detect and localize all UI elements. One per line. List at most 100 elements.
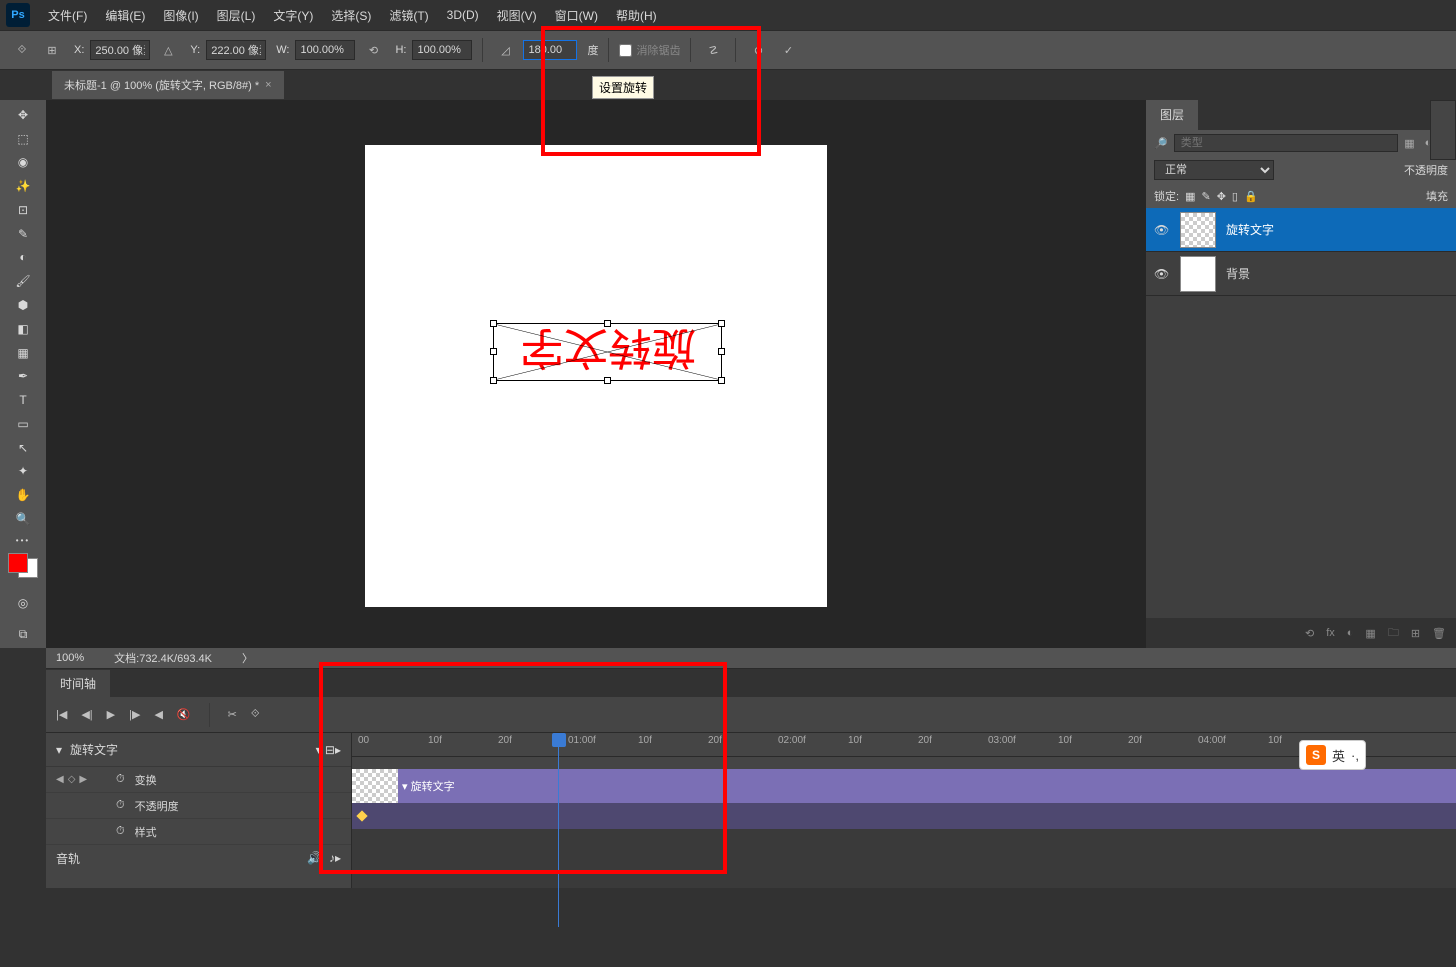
adjustment-icon[interactable]: ▦	[1365, 627, 1375, 640]
sogou-logo-icon[interactable]: S	[1306, 745, 1326, 765]
fx-icon[interactable]: fx	[1326, 627, 1335, 639]
delta-icon[interactable]: △	[156, 38, 180, 62]
direct-tool[interactable]: ✦	[8, 460, 38, 482]
handle-ml[interactable]	[490, 348, 497, 355]
chevron-down-icon[interactable]: ▾	[56, 743, 62, 757]
lock-all-icon[interactable]: 🔒	[1244, 190, 1258, 203]
visibility-icon[interactable]: 👁	[1154, 223, 1170, 237]
timeline-clip[interactable]: ▾ 旋转文字	[352, 769, 1456, 803]
heal-tool[interactable]: ◐	[8, 247, 38, 269]
move-tool[interactable]: ✥	[8, 104, 38, 126]
style-kf-track[interactable]	[352, 855, 1456, 881]
lock-artb-icon[interactable]: ▯	[1232, 190, 1238, 203]
eraser-tool[interactable]: ◧	[8, 318, 38, 340]
x-input[interactable]	[90, 40, 150, 60]
w-input[interactable]	[295, 40, 355, 60]
angle-input[interactable]	[523, 40, 577, 60]
prop-opacity[interactable]: ⏱ 不透明度	[46, 793, 351, 819]
gradient-tool[interactable]: ▦	[8, 342, 38, 364]
kf-prev-icon[interactable]: ◀	[56, 774, 64, 785]
work-area-bar[interactable]	[352, 757, 1456, 769]
new-layer-icon[interactable]: ⊞	[1411, 627, 1420, 640]
lock-paint-icon[interactable]: ✎	[1201, 190, 1210, 203]
menu-filter[interactable]: 滤镜(T)	[381, 3, 436, 28]
link-icon[interactable]: ⟲	[361, 38, 385, 62]
ime-bar[interactable]: S 英 ·,	[1299, 740, 1366, 770]
speaker-icon[interactable]: 🔊	[307, 851, 322, 865]
handle-bc[interactable]	[604, 377, 611, 384]
stamp-tool[interactable]: ⬢	[8, 294, 38, 316]
menu-layer[interactable]: 图层(L)	[209, 3, 264, 28]
canvas[interactable]: 旋转文字	[365, 145, 827, 607]
link-layers-icon[interactable]: ⟲	[1305, 627, 1314, 640]
keyframe[interactable]	[356, 810, 367, 821]
cancel-icon[interactable]: ⊘	[746, 38, 770, 62]
handle-bl[interactable]	[490, 377, 497, 384]
track-header[interactable]: ▾ 旋转文字 ▾ ⊟▸	[46, 733, 351, 767]
kf-toggle-icon[interactable]: ◇	[68, 774, 76, 785]
track-options-icon[interactable]: ▾ ⊟▸	[316, 743, 341, 757]
handle-tc[interactable]	[604, 320, 611, 327]
timeline-ruler[interactable]: 00 10f 20f 01:00f 10f 20f 02:00f 10f 20f…	[352, 733, 1456, 757]
screenmode-tool[interactable]: ⧉	[8, 622, 38, 648]
menu-edit[interactable]: 编辑(E)	[97, 3, 153, 28]
h-input[interactable]	[412, 40, 472, 60]
tool-more[interactable]: •••	[16, 536, 30, 545]
doc-info[interactable]: 文档:732.4K/693.4K	[114, 650, 212, 666]
collapsed-panel-strip[interactable]	[1430, 100, 1456, 160]
kf-next-icon[interactable]: ▶	[79, 774, 87, 785]
opacity-kf-track[interactable]	[352, 829, 1456, 855]
lock-pos-icon[interactable]: ✥	[1217, 190, 1226, 203]
menu-image[interactable]: 图像(I)	[155, 3, 206, 28]
tab-layers[interactable]: 图层	[1146, 100, 1198, 130]
commit-icon[interactable]: ✓	[776, 38, 800, 62]
path-tool[interactable]: ↖	[8, 437, 38, 459]
ime-punct[interactable]: ·,	[1351, 748, 1359, 763]
transform-kf-track[interactable]	[352, 803, 1456, 829]
type-tool[interactable]: T	[8, 389, 38, 411]
quickmask-tool[interactable]: ◎	[8, 590, 38, 616]
stopwatch-icon[interactable]: ⏱	[116, 825, 125, 838]
document-tab[interactable]: 未标题-1 @ 100% (旋转文字, RGB/8#) * ×	[52, 71, 284, 99]
handle-tl[interactable]	[490, 320, 497, 327]
lasso-tool[interactable]: ◉	[8, 152, 38, 174]
trash-icon[interactable]: 🗑	[1432, 627, 1446, 640]
hand-tool[interactable]: ✋	[8, 484, 38, 506]
doc-info-arrow[interactable]: 〉	[242, 650, 253, 666]
transform-icon[interactable]: ⟐	[10, 38, 34, 62]
menu-help[interactable]: 帮助(H)	[608, 3, 665, 28]
menu-view[interactable]: 视图(V)	[489, 3, 545, 28]
shape-tool[interactable]: ▭	[8, 413, 38, 435]
eyedropper-tool[interactable]: ✎	[8, 223, 38, 245]
menu-type[interactable]: 文字(Y)	[265, 3, 321, 28]
play-icon[interactable]: ▶	[107, 708, 115, 721]
color-swatches[interactable]	[8, 553, 38, 578]
antialias-check[interactable]: 消除锯齿	[619, 42, 680, 58]
stopwatch-icon[interactable]: ⏱	[116, 799, 125, 812]
ime-lang[interactable]: 英	[1332, 746, 1345, 765]
warp-icon[interactable]: ☡	[701, 38, 725, 62]
last-frame-icon[interactable]: ◀	[154, 708, 162, 721]
transition-icon[interactable]: ⟐	[251, 708, 260, 721]
layer-thumb[interactable]	[1180, 256, 1216, 292]
layer-type-filter[interactable]	[1174, 134, 1399, 152]
chevron-down-icon[interactable]: ▾	[402, 780, 408, 793]
tab-timeline[interactable]: 时间轴	[46, 670, 110, 697]
canvas-area[interactable]: 旋转文字	[46, 100, 1146, 648]
filter-image-icon[interactable]: ▦	[1404, 137, 1414, 150]
handle-br[interactable]	[718, 377, 725, 384]
prop-transform[interactable]: ◀◇▶ ⏱ 变换	[46, 767, 351, 793]
handle-mr[interactable]	[718, 348, 725, 355]
fg-color[interactable]	[8, 553, 28, 573]
brush-tool[interactable]: 🖌	[8, 270, 38, 292]
prev-frame-icon[interactable]: ◀|	[81, 708, 92, 721]
split-icon[interactable]: ✂	[228, 708, 237, 721]
blend-mode-select[interactable]: 正常	[1154, 160, 1274, 180]
zoom-level[interactable]: 100%	[56, 652, 84, 664]
y-input[interactable]	[206, 40, 266, 60]
layer-item-bg[interactable]: 👁 背景	[1146, 252, 1456, 296]
marquee-tool[interactable]: ⬚	[8, 128, 38, 150]
audio-track-header[interactable]: 音轨 🔊 ♪▸	[46, 845, 351, 871]
first-frame-icon[interactable]: |◀	[56, 708, 67, 721]
layer-item-text[interactable]: 👁 旋转文字	[1146, 208, 1456, 252]
